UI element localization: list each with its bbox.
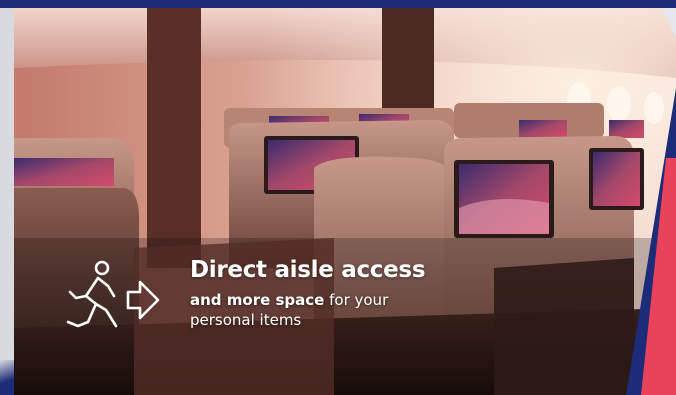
top-brand-bar	[0, 0, 676, 8]
person-walking-arrow-icon	[58, 252, 190, 334]
feature-headline: Direct aisle access	[190, 257, 426, 283]
cabin-photo	[14, 8, 676, 395]
feature-banner: Direct aisle access and more space for y…	[0, 0, 676, 395]
brand-shape-right	[626, 8, 676, 395]
left-margin	[0, 8, 14, 395]
brand-shape-left	[0, 360, 14, 395]
feature-caption: Direct aisle access and more space for y…	[58, 252, 426, 334]
feature-subline-regular: for your	[324, 291, 389, 309]
feature-subline-line2: personal items	[190, 311, 302, 329]
feature-subline: and more space for your personal items	[190, 290, 425, 330]
feature-subline-bold: and more space	[190, 291, 325, 309]
